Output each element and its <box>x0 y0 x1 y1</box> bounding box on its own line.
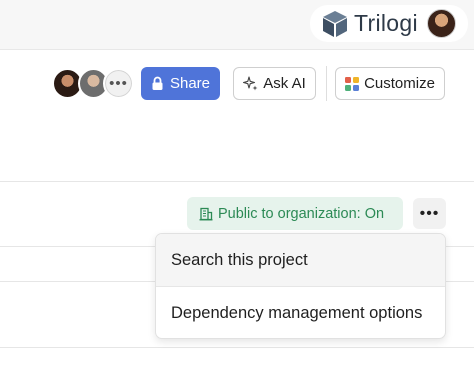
options-menu: Search this project Dependency managemen… <box>155 233 446 339</box>
building-icon <box>199 207 213 220</box>
customize-label: Customize <box>364 75 435 92</box>
menu-item-dependency-options[interactable]: Dependency management options <box>156 287 445 338</box>
top-header: Trilogi <box>0 0 474 50</box>
brand-pill[interactable]: Trilogi <box>310 5 468 42</box>
grid-icon <box>345 76 360 91</box>
user-avatar[interactable] <box>427 9 456 38</box>
customize-button[interactable]: Customize <box>335 67 445 100</box>
menu-item-label: Search this project <box>171 250 308 269</box>
more-options-button[interactable]: ••• <box>413 198 446 229</box>
section-divider <box>0 181 474 182</box>
visibility-badge[interactable]: Public to organization: On <box>187 197 403 230</box>
toolbar-divider <box>326 66 327 101</box>
share-label: Share <box>169 75 211 92</box>
ask-ai-button[interactable]: Ask AI <box>233 67 316 100</box>
cube-logo-icon <box>323 10 347 37</box>
sparkle-icon <box>243 76 258 91</box>
row-divider <box>0 347 474 348</box>
ask-ai-label: Ask AI <box>263 75 306 92</box>
more-collaborators-button[interactable]: ••• <box>103 68 134 99</box>
share-button[interactable]: Share <box>141 67 220 100</box>
lock-icon <box>152 76 163 90</box>
visibility-label: Public to organization: On <box>218 205 385 222</box>
brand-name: Trilogi <box>354 10 418 36</box>
menu-item-label: Dependency management options <box>171 303 423 322</box>
menu-item-search-project[interactable]: Search this project <box>156 234 445 286</box>
